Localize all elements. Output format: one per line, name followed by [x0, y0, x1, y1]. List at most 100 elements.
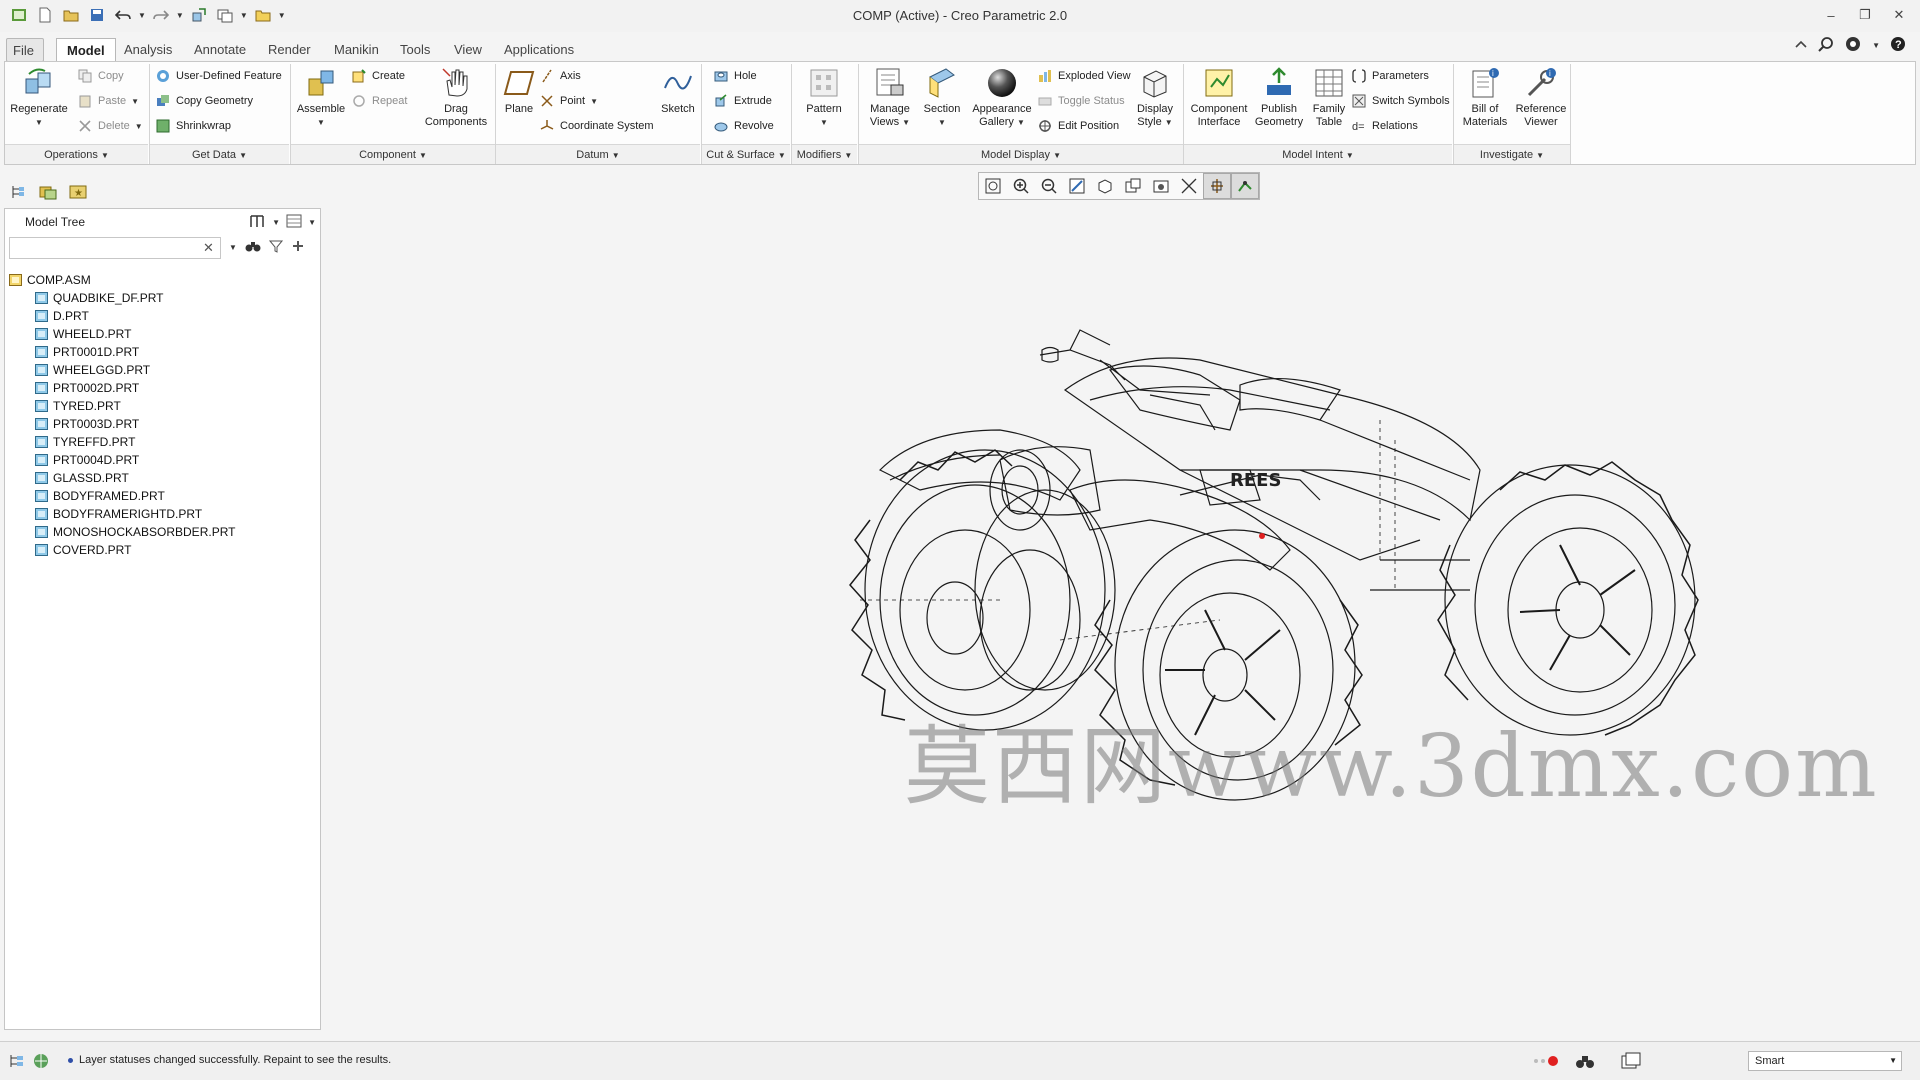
appearance-gallery-button[interactable]: Appearance Gallery ▼	[967, 66, 1037, 129]
revolve-button[interactable]: Revolve	[713, 116, 774, 136]
switch-symbols-button[interactable]: Switch Symbols	[1351, 91, 1450, 111]
group-get-data[interactable]: Get Data ▼	[150, 144, 289, 164]
tree-item-part[interactable]: D.PRT	[9, 307, 309, 325]
tree-item-part[interactable]: QUADBIKE_DF.PRT	[9, 289, 309, 307]
tree-settings-icon[interactable]	[248, 213, 266, 232]
folder-browser-icon[interactable]	[36, 181, 60, 203]
close-icon[interactable]: ✕	[1886, 4, 1912, 26]
drag-components-button[interactable]: Drag Components	[421, 66, 491, 129]
manage-views-button[interactable]: Manage Views ▼	[863, 66, 917, 129]
paste-button[interactable]: Paste ▼	[77, 91, 139, 111]
group-modifiers[interactable]: Modifiers ▼	[792, 144, 857, 164]
selection-buffer-icon[interactable]	[1620, 1052, 1642, 1073]
annotation-display-icon[interactable]	[1231, 173, 1259, 199]
publish-geometry-button[interactable]: Publish Geometry	[1251, 66, 1307, 129]
selection-filter-select[interactable]: Smart ▼	[1748, 1051, 1902, 1071]
tab-render[interactable]: Render	[258, 38, 321, 62]
tree-item-part[interactable]: TYREFFD.PRT	[9, 433, 309, 451]
display-style-button[interactable]: Display Style ▼	[1131, 66, 1179, 129]
tree-settings-dropdown-icon[interactable]: ▼	[272, 218, 280, 227]
tree-item-part[interactable]: PRT0004D.PRT	[9, 451, 309, 469]
tree-item-part[interactable]: TYRED.PRT	[9, 397, 309, 415]
tab-tools[interactable]: Tools	[390, 38, 440, 62]
restore-icon[interactable]: ❐	[1852, 4, 1878, 26]
reference-viewer-button[interactable]: i Reference Viewer	[1511, 66, 1571, 129]
toggle-navigator-icon[interactable]	[8, 1052, 26, 1073]
tree-item-part[interactable]: PRT0003D.PRT	[9, 415, 309, 433]
community-icon[interactable]	[1844, 36, 1862, 55]
help-icon[interactable]: ?	[1890, 36, 1906, 55]
group-cut-surface[interactable]: Cut & Surface ▼	[702, 144, 790, 164]
tree-item-part[interactable]: COVERD.PRT	[9, 541, 309, 559]
browser-icon[interactable]	[32, 1052, 50, 1073]
find-icon[interactable]	[1574, 1052, 1596, 1073]
zoom-in-icon[interactable]	[1007, 173, 1035, 199]
group-model-display[interactable]: Model Display ▼	[859, 144, 1183, 164]
plane-button[interactable]: Plane	[497, 66, 541, 116]
tree-root-assembly[interactable]: COMP.ASM	[9, 271, 309, 289]
repeat-button[interactable]: Repeat	[351, 91, 407, 111]
find-binoculars-icon[interactable]	[245, 239, 261, 256]
tree-item-part[interactable]: WHEELGGD.PRT	[9, 361, 309, 379]
delete-button[interactable]: Delete ▼	[77, 116, 143, 136]
user-defined-feature-button[interactable]: User-Defined Feature	[155, 66, 282, 86]
assemble-button[interactable]: Assemble ▼	[293, 66, 349, 129]
saved-orientations-icon[interactable]	[1119, 173, 1147, 199]
edit-position-button[interactable]: Edit Position	[1037, 116, 1119, 136]
tree-item-part[interactable]: MONOSHOCKABSORBDER.PRT	[9, 523, 309, 541]
group-component[interactable]: Component ▼	[291, 144, 495, 164]
tree-item-part[interactable]: GLASSD.PRT	[9, 469, 309, 487]
coordinate-system-button[interactable]: Coordinate System	[539, 116, 654, 136]
group-datum[interactable]: Datum ▼	[496, 144, 700, 164]
zoom-out-icon[interactable]	[1035, 173, 1063, 199]
section-button[interactable]: Section ▼	[917, 66, 967, 129]
tree-columns-icon[interactable]	[286, 213, 302, 232]
tree-columns-dropdown-icon[interactable]: ▼	[308, 218, 316, 227]
tab-model[interactable]: Model	[56, 38, 116, 62]
repaint-icon[interactable]	[1063, 173, 1091, 199]
shrinkwrap-button[interactable]: Shrinkwrap	[155, 116, 231, 136]
refit-icon[interactable]	[979, 173, 1007, 199]
copy-geometry-button[interactable]: Copy Geometry	[155, 91, 253, 111]
perspective-icon[interactable]	[1175, 173, 1203, 199]
axis-button[interactable]: Axis	[539, 66, 581, 86]
pattern-button[interactable]: Pattern ▼	[799, 66, 849, 129]
tree-search-input[interactable]	[9, 237, 221, 259]
bill-of-materials-button[interactable]: i Bill of Materials	[1457, 66, 1513, 129]
parameters-button[interactable]: Parameters	[1351, 66, 1429, 86]
clear-search-icon[interactable]: ✕	[203, 240, 214, 256]
group-investigate[interactable]: Investigate ▼	[1454, 144, 1570, 164]
minimize-ribbon-icon[interactable]	[1794, 38, 1808, 53]
add-item-icon[interactable]	[291, 239, 305, 256]
sketch-button[interactable]: Sketch	[657, 66, 699, 116]
datum-display-icon[interactable]	[1203, 173, 1231, 199]
search-history-dropdown-icon[interactable]: ▼	[229, 243, 237, 252]
view-manager-icon[interactable]	[1147, 173, 1175, 199]
tree-item-part[interactable]: PRT0001D.PRT	[9, 343, 309, 361]
display-style-small-icon[interactable]	[1091, 173, 1119, 199]
create-button[interactable]: Create	[351, 66, 405, 86]
tree-item-part[interactable]: BODYFRAMED.PRT	[9, 487, 309, 505]
tab-file[interactable]: File ▼	[6, 38, 44, 81]
tree-item-part[interactable]: BODYFRAMERIGHTD.PRT	[9, 505, 309, 523]
copy-button[interactable]: Copy	[77, 66, 124, 86]
toggle-status-button[interactable]: Toggle Status	[1037, 91, 1125, 111]
exploded-view-button[interactable]: Exploded View	[1037, 66, 1131, 86]
tree-item-part[interactable]: WHEELD.PRT	[9, 325, 309, 343]
tab-view[interactable]: View	[444, 38, 492, 62]
tab-annotate[interactable]: Annotate	[184, 38, 256, 62]
community-dropdown-icon[interactable]: ▼	[1872, 41, 1880, 50]
family-table-button[interactable]: Family Table	[1307, 66, 1351, 129]
group-model-intent[interactable]: Model Intent ▼	[1184, 144, 1452, 164]
relations-button[interactable]: d= Relations	[1351, 116, 1418, 136]
point-button[interactable]: Point ▼	[539, 91, 598, 111]
tab-analysis[interactable]: Analysis	[114, 38, 182, 62]
filter-icon[interactable]	[268, 239, 283, 256]
regenerate-button[interactable]: Regenerate ▼	[9, 66, 69, 129]
extrude-button[interactable]: Extrude	[713, 91, 772, 111]
tab-applications[interactable]: Applications	[494, 38, 584, 62]
group-operations[interactable]: Operations ▼	[5, 144, 148, 164]
tab-manikin[interactable]: Manikin	[324, 38, 389, 62]
favorites-icon[interactable]: ★	[66, 181, 90, 203]
model-tree-tab-icon[interactable]	[6, 181, 30, 203]
